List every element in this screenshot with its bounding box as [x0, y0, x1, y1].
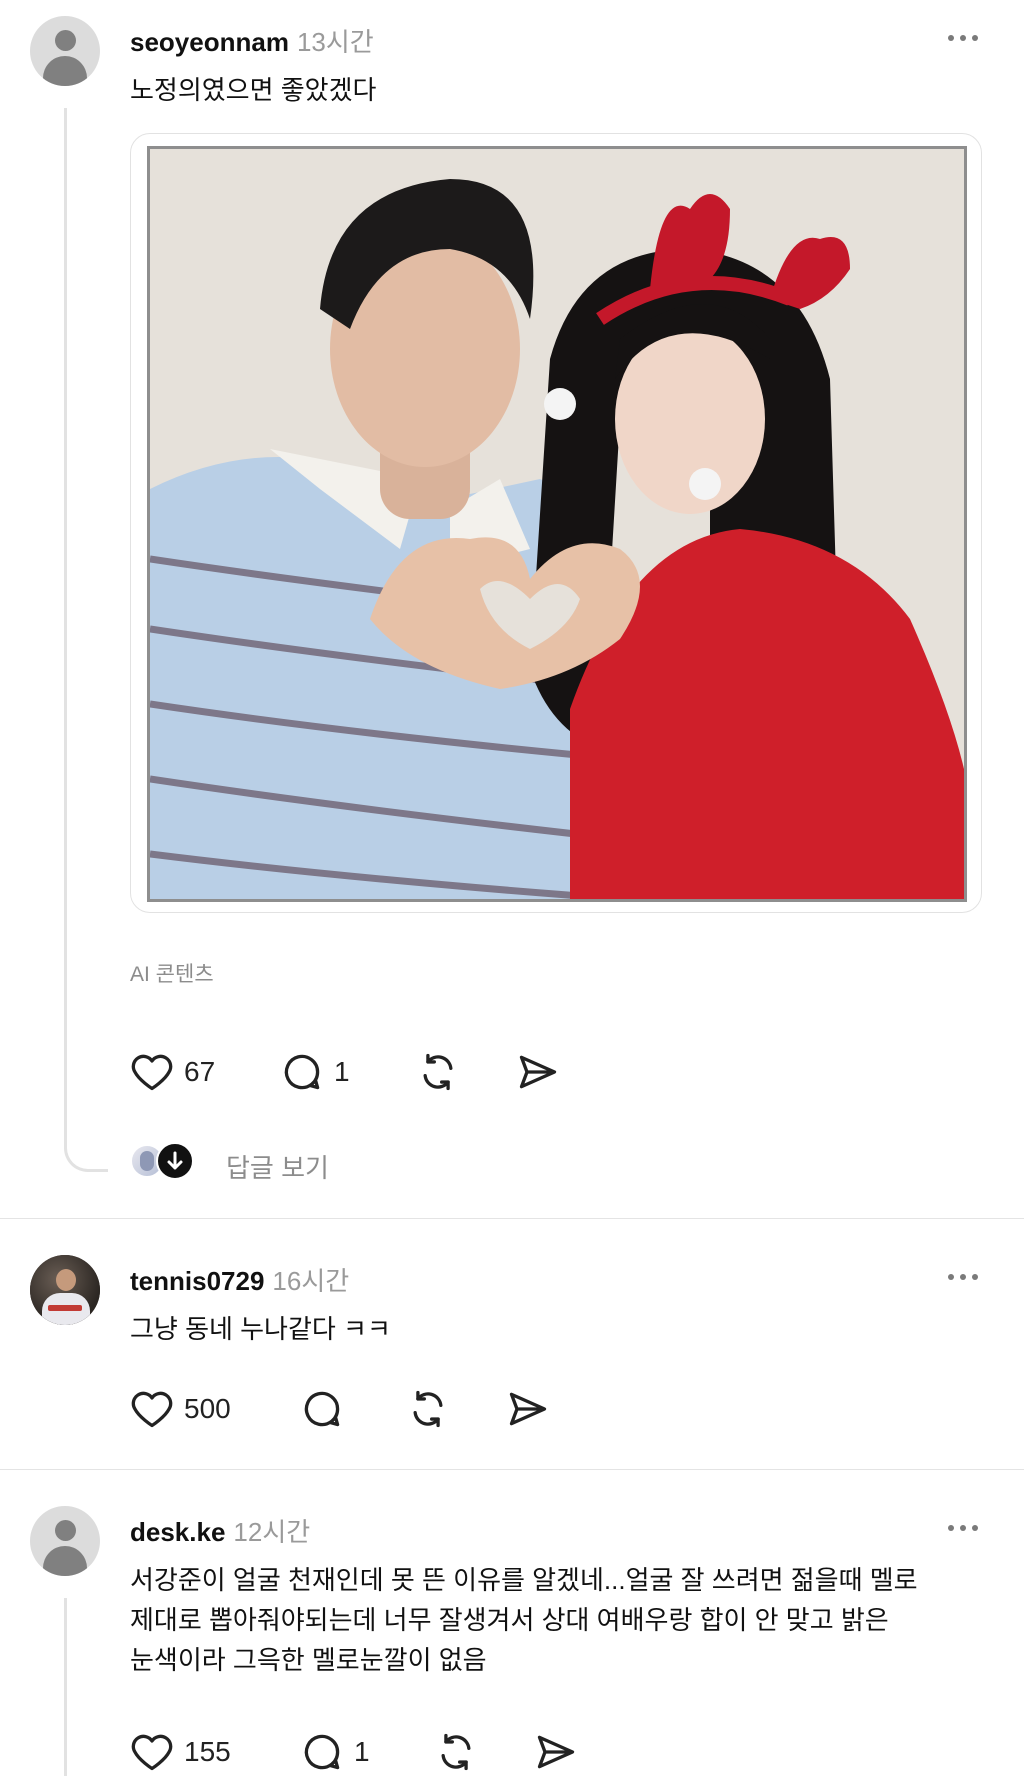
post-text-line: 제대로 뽑아줘야되는데 너무 잘생겨서 상대 여배우랑 합이 안 맞고 밝은	[130, 1605, 889, 1635]
comment-button[interactable]: 1	[280, 1050, 370, 1094]
repost-button[interactable]	[416, 1050, 460, 1094]
username[interactable]: seoyeonnam 13시간	[130, 22, 374, 59]
comment-count: 1	[354, 1736, 370, 1767]
view-replies-label: 답글 보기	[226, 1153, 329, 1183]
action-bar: 500	[130, 1387, 630, 1431]
thread-line	[64, 108, 67, 1148]
comment-button[interactable]	[300, 1387, 344, 1431]
comment-count: 1	[334, 1056, 350, 1087]
comment-button[interactable]: 1	[300, 1730, 390, 1774]
username[interactable]: tennis0729 16시간	[130, 1261, 349, 1298]
thread-line	[64, 1598, 67, 1776]
thread-post: desk.ke 12시간 서강준이 얼굴 천재인데 못 뜬 이유를 알겠네...얼…	[0, 1470, 1024, 1776]
share-button[interactable]	[516, 1050, 560, 1094]
share-icon	[537, 1735, 575, 1769]
timestamp: 12시간	[233, 1517, 311, 1547]
post-image[interactable]	[147, 146, 967, 902]
heart-icon	[131, 1054, 173, 1091]
comment-icon	[284, 1054, 320, 1090]
timestamp: 16시간	[272, 1266, 350, 1296]
like-button[interactable]: 500	[130, 1387, 250, 1431]
repost-icon	[413, 1390, 443, 1428]
like-button[interactable]: 67	[130, 1050, 240, 1094]
more-icon[interactable]	[946, 32, 982, 44]
comment-icon	[304, 1391, 340, 1427]
action-bar: 155 1	[130, 1730, 630, 1774]
share-button[interactable]	[534, 1730, 578, 1774]
comment-icon	[304, 1734, 340, 1770]
heart-icon	[131, 1391, 173, 1428]
avatar[interactable]	[30, 1506, 100, 1576]
action-bar: 67 1	[130, 1050, 630, 1094]
heart-icon	[131, 1734, 173, 1771]
share-button[interactable]	[506, 1387, 550, 1431]
post-text: 노정의였으면 좋았겠다	[130, 75, 377, 105]
ai-content-label: AI 콘텐츠	[130, 963, 214, 986]
post-text: 서강준이 얼굴 천재인데 못 뜬 이유를 알겠네...얼굴 잘 쓰려면 젊을때 …	[130, 1560, 990, 1680]
repost-button[interactable]	[406, 1387, 450, 1431]
arrow-down-icon	[156, 1142, 194, 1180]
username[interactable]: desk.ke 12시간	[130, 1512, 310, 1549]
share-icon	[509, 1392, 547, 1426]
post-image-card[interactable]	[130, 133, 982, 913]
more-icon[interactable]	[946, 1271, 982, 1283]
like-count: 500	[184, 1393, 231, 1424]
like-count: 155	[184, 1736, 231, 1767]
like-button[interactable]: 155	[130, 1730, 250, 1774]
post-text: 그냥 동네 누나같다 ㅋㅋ	[130, 1314, 391, 1344]
post-text-line: 서강준이 얼굴 천재인데 못 뜬 이유를 알겠네...얼굴 잘 쓰려면 젊을때 …	[130, 1565, 918, 1595]
thread-line-curve	[64, 1138, 108, 1172]
repost-button[interactable]	[434, 1730, 478, 1774]
like-count: 67	[184, 1056, 216, 1087]
thread-post: seoyeonnam 13시간 노정의였으면 좋았겠다 AI 콘텐츠 67 1 …	[0, 0, 1024, 1218]
post-text-line: 눈색이라 그윽한 멜로눈깔이 없음	[130, 1645, 487, 1675]
more-icon[interactable]	[946, 1522, 982, 1534]
thread-post: tennis0729 16시간 그냥 동네 누나같다 ㅋㅋ 500	[0, 1219, 1024, 1469]
repost-icon	[441, 1733, 471, 1771]
timestamp: 13시간	[296, 27, 374, 57]
avatar[interactable]	[30, 16, 100, 86]
repost-icon	[423, 1053, 453, 1091]
share-icon	[519, 1055, 557, 1089]
avatar[interactable]	[30, 1255, 100, 1325]
